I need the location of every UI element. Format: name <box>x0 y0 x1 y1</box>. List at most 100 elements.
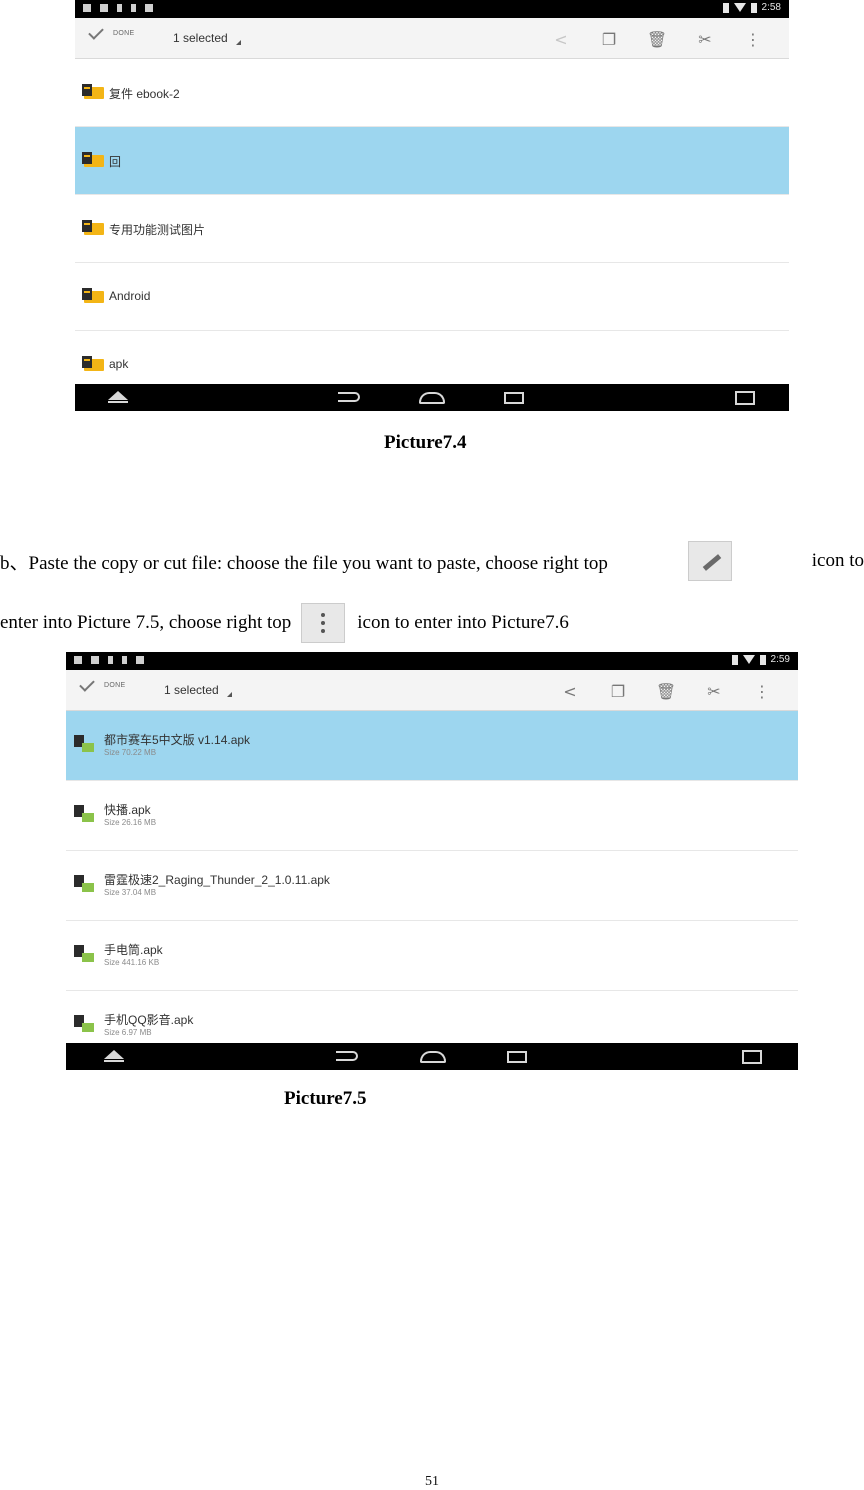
status-bar: 2:59 <box>66 652 798 670</box>
folder-name: 回 <box>109 155 122 169</box>
selection-count-dropdown[interactable]: 1 selected <box>164 683 232 697</box>
check-icon <box>88 23 104 40</box>
file-size: Size 37.04 MB <box>104 888 157 897</box>
file-name: 手电筒.apk <box>104 943 163 957</box>
instruction-text: icon to enter into Picture7.6 <box>357 612 569 633</box>
copy-icon[interactable]: ❐ <box>594 680 642 702</box>
notification-icons <box>74 656 144 664</box>
caption-picture-7-5: Picture7.5 <box>284 1088 367 1109</box>
list-item[interactable]: 回 <box>75 127 789 195</box>
notification-icon <box>74 656 82 664</box>
home-icon[interactable] <box>420 1051 446 1063</box>
instruction-text: enter into Picture 7.5, choose right top <box>0 612 292 633</box>
file-size: Size 70.22 MB <box>104 748 157 757</box>
notification-icon <box>91 656 99 664</box>
notification-icon <box>145 4 153 12</box>
file-size: Size 26.16 MB <box>104 818 157 827</box>
battery-icon <box>722 2 729 13</box>
pencil-icon <box>687 541 732 581</box>
selection-count: 1 selected <box>173 31 228 45</box>
file-list: 都市赛车5中文版 v1.14.apk Size 70.22 MB 快播.apk … <box>66 711 798 1043</box>
cut-icon[interactable]: ✂ <box>681 28 729 50</box>
apk-file-icon <box>74 805 96 823</box>
apk-file-icon <box>74 735 96 753</box>
usb-icon <box>108 656 113 664</box>
apk-file-icon <box>74 875 96 893</box>
screenshot-icon[interactable] <box>735 391 755 405</box>
folder-icon <box>82 84 104 99</box>
folder-name: apk <box>109 357 129 371</box>
file-size: Size 6.97 MB <box>104 1028 152 1037</box>
done-button[interactable]: DONE <box>88 23 135 40</box>
dropdown-corner-icon <box>226 692 232 697</box>
back-icon[interactable] <box>338 392 360 402</box>
file-list: 复件 ebook-2 回 专用功能测试图片 Android apk <box>75 59 789 384</box>
list-item[interactable]: 雷霆极速2_Raging_Thunder_2_1.0.11.apk Size 3… <box>66 851 798 921</box>
folder-icon <box>82 220 104 235</box>
done-label: DONE <box>113 30 135 37</box>
collapse-icon[interactable] <box>104 1050 124 1062</box>
action-bar: DONE 1 selected < ❐ 🗑 ✂ ⋮ <box>66 670 798 711</box>
clock: 2:58 <box>761 2 781 13</box>
recent-apps-icon[interactable] <box>507 1051 527 1063</box>
overflow-menu-icon[interactable]: ⋮ <box>729 28 777 50</box>
list-item[interactable]: 专用功能测试图片 <box>75 195 789 263</box>
recent-apps-icon[interactable] <box>504 392 524 404</box>
file-name: 快播.apk <box>104 803 151 817</box>
folder-name: 专用功能测试图片 <box>109 223 206 237</box>
list-item[interactable]: 快播.apk Size 26.16 MB <box>66 781 798 851</box>
selection-count-dropdown[interactable]: 1 selected <box>173 31 241 45</box>
file-name: 都市赛车5中文版 v1.14.apk <box>104 733 251 747</box>
collapse-icon[interactable] <box>108 391 128 403</box>
done-button[interactable]: DONE <box>79 675 126 692</box>
back-icon[interactable] <box>336 1051 358 1061</box>
notification-icon <box>100 4 108 12</box>
delete-icon[interactable]: 🗑 <box>633 28 681 50</box>
share-icon[interactable]: < <box>546 680 594 702</box>
screenshot-picture-7-5: 2:59 DONE 1 selected < ❐ 🗑 ✂ ⋮ 都市赛车5中文版 … <box>66 652 798 1070</box>
instruction-line-1: b、Paste the copy or cut file: choose the… <box>0 541 864 581</box>
list-item[interactable]: 都市赛车5中文版 v1.14.apk Size 70.22 MB <box>66 711 798 781</box>
screenshot-icon[interactable] <box>742 1050 762 1064</box>
notification-icons <box>83 4 153 12</box>
done-label: DONE <box>104 682 126 689</box>
folder-icon <box>82 288 104 303</box>
list-item[interactable]: 手电筒.apk Size 441.16 KB <box>66 921 798 991</box>
home-icon[interactable] <box>419 392 445 404</box>
wifi-icon <box>742 655 755 664</box>
list-item[interactable]: 复件 ebook-2 <box>75 59 789 127</box>
folder-name: 复件 ebook-2 <box>109 87 180 101</box>
file-name: 雷霆极速2_Raging_Thunder_2_1.0.11.apk <box>104 873 330 887</box>
apk-file-icon <box>74 945 96 963</box>
navigation-bar <box>75 384 789 411</box>
notification-icon <box>131 4 136 12</box>
action-bar: DONE 1 selected < ❐ 🗑 ✂ ⋮ <box>75 18 789 59</box>
apk-file-icon <box>74 1015 96 1033</box>
dropdown-corner-icon <box>235 40 241 45</box>
notification-icon <box>136 656 144 664</box>
share-icon[interactable]: < <box>537 28 585 50</box>
file-name: 手机QQ影音.apk <box>104 1013 194 1027</box>
selection-count: 1 selected <box>164 683 219 697</box>
cut-icon[interactable]: ✂ <box>690 680 738 702</box>
overflow-menu-icon[interactable]: ⋮ <box>738 680 786 702</box>
caption-picture-7-4: Picture7.4 <box>384 432 467 453</box>
list-item[interactable]: Android <box>75 263 789 331</box>
notification-icon <box>122 656 127 664</box>
instruction-line-2: enter into Picture 7.5, choose right top… <box>0 603 864 643</box>
navigation-bar <box>66 1043 798 1070</box>
copy-icon[interactable]: ❐ <box>585 28 633 50</box>
clock: 2:59 <box>770 654 790 665</box>
battery-icon <box>759 654 766 665</box>
delete-icon[interactable]: 🗑 <box>642 680 690 702</box>
page-number: 51 <box>425 1474 439 1489</box>
screenshot-picture-7-4: 2:58 DONE 1 selected < ❐ 🗑 ✂ ⋮ 复件 ebook-… <box>75 0 789 411</box>
battery-icon <box>750 2 757 13</box>
instruction-text: icon to <box>811 550 864 571</box>
battery-icon <box>731 654 738 665</box>
folder-icon <box>82 152 104 167</box>
file-size: Size 441.16 KB <box>104 958 160 967</box>
instruction-text: b、Paste the copy or cut file: choose the… <box>0 552 608 574</box>
folder-name: Android <box>109 289 151 303</box>
check-icon <box>79 675 95 692</box>
